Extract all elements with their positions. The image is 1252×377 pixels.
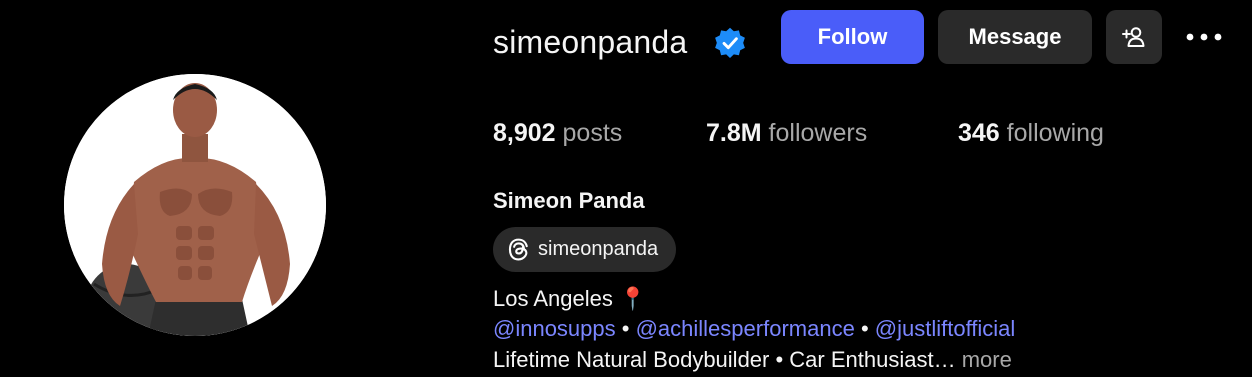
- message-button[interactable]: Message: [938, 10, 1092, 64]
- username: simeonpanda: [493, 24, 688, 60]
- avatar-photo: [64, 74, 326, 336]
- separator: •: [860, 316, 869, 341]
- separator: •: [621, 316, 630, 341]
- mention-link[interactable]: @achillesperformance: [636, 316, 855, 341]
- posts-count: 8,902 posts: [493, 116, 622, 150]
- full-name: Simeon Panda: [493, 188, 645, 213]
- verified-badge-icon: [715, 27, 745, 58]
- followers-value: 7.8M: [706, 119, 762, 147]
- mention-link[interactable]: @innosupps: [493, 316, 616, 341]
- bio-more-link[interactable]: more: [962, 347, 1012, 372]
- threads-icon: [508, 238, 528, 261]
- profile-avatar[interactable]: [64, 74, 326, 336]
- followers-label: followers: [768, 119, 868, 147]
- threads-handle: simeonpanda: [538, 238, 659, 260]
- add-user-icon: [1122, 27, 1145, 47]
- posts-value: 8,902: [493, 119, 556, 147]
- description-text: Lifetime Natural Bodybuilder • Car Enthu…: [493, 347, 956, 372]
- threads-link[interactable]: simeonpanda: [493, 227, 676, 272]
- following-value: 346: [958, 119, 1000, 147]
- posts-label: posts: [562, 119, 623, 147]
- location-text: Los Angeles: [493, 286, 613, 311]
- following-count[interactable]: 346 following: [958, 116, 1104, 150]
- more-options-icon: [1186, 33, 1222, 41]
- following-label: following: [1006, 119, 1104, 147]
- follow-button[interactable]: Follow: [781, 10, 924, 64]
- bio-location: Los Angeles 📍: [493, 284, 646, 314]
- followers-count[interactable]: 7.8M followers: [706, 116, 867, 150]
- pin-icon: 📍: [619, 286, 647, 311]
- bio-mentions: @innosupps • @achillesperformance • @jus…: [493, 314, 1015, 344]
- mention-link[interactable]: @justliftofficial: [875, 316, 1016, 341]
- more-options-button[interactable]: [1184, 22, 1224, 52]
- suggest-similar-button[interactable]: [1106, 10, 1162, 64]
- bio-description: Lifetime Natural Bodybuilder • Car Enthu…: [493, 345, 1012, 375]
